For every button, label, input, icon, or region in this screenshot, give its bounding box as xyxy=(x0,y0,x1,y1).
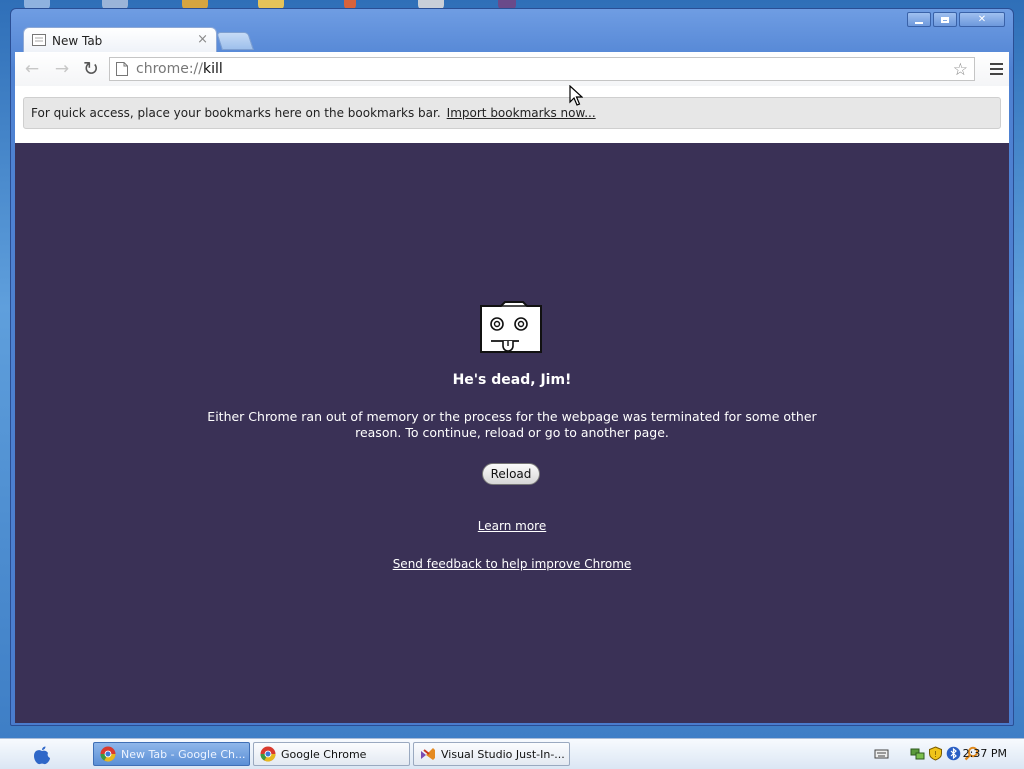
minimize-button[interactable] xyxy=(907,12,931,27)
new-tab-button[interactable] xyxy=(216,32,254,50)
minimize-icon xyxy=(915,21,923,24)
reload-button[interactable]: ↻ xyxy=(80,58,102,80)
close-icon: ✕ xyxy=(977,13,987,25)
taskbar-button-label: New Tab - Google Ch... xyxy=(121,747,246,761)
taskbar-button-new-tab[interactable]: New Tab - Google Ch... xyxy=(93,742,250,766)
bookmarks-bar: For quick access, place your bookmarks h… xyxy=(23,97,1001,129)
visual-studio-icon xyxy=(421,748,435,760)
taskbar-button-label: Visual Studio Just-In-... xyxy=(441,747,565,761)
bookmarks-bar-message: For quick access, place your bookmarks h… xyxy=(31,106,441,120)
sad-tab-icon xyxy=(480,301,542,353)
window-controls: ✕ xyxy=(905,12,1005,27)
maximize-button[interactable] xyxy=(933,12,957,27)
svg-text:!: ! xyxy=(934,750,937,759)
bluetooth-icon[interactable] xyxy=(946,746,961,761)
toolbar: ← → ↻ chrome://kill ☆ xyxy=(15,52,1009,86)
keyboard-icon[interactable] xyxy=(874,746,889,761)
tab-new-tab[interactable]: New Tab × xyxy=(23,27,217,53)
chrome-icon xyxy=(100,746,116,762)
send-feedback-link[interactable]: Send feedback to help improve Chrome xyxy=(15,557,1009,571)
maximize-icon xyxy=(941,16,949,23)
address-host: kill xyxy=(203,61,223,77)
address-text[interactable]: chrome://kill xyxy=(136,61,223,77)
page-icon xyxy=(116,62,128,76)
taskbar-button-visual-studio[interactable]: Visual Studio Just-In-... xyxy=(413,742,570,766)
address-scheme: chrome:// xyxy=(136,61,203,77)
chrome-icon xyxy=(260,746,276,762)
page-icon xyxy=(32,34,46,46)
network-icon[interactable] xyxy=(910,746,925,761)
tab-title: New Tab xyxy=(52,34,103,48)
star-icon[interactable]: ☆ xyxy=(953,60,968,80)
back-button[interactable]: ← xyxy=(21,58,43,80)
crash-title: He's dead, Jim! xyxy=(452,372,572,388)
forward-arrow-icon: → xyxy=(54,59,70,79)
apple-icon[interactable] xyxy=(31,744,53,766)
crash-page: He's dead, Jim! Either Chrome ran out of… xyxy=(15,143,1009,723)
mouse-cursor-icon xyxy=(569,85,583,106)
browser-window: ✕ New Tab × ← → ↻ chrome://kill ☆ For qu… xyxy=(10,8,1014,726)
shield-icon[interactable]: ! xyxy=(928,746,943,761)
taskbar-button-google-chrome[interactable]: Google Chrome xyxy=(253,742,410,766)
learn-more-link[interactable]: Learn more xyxy=(15,519,1009,533)
tab-close-icon[interactable]: × xyxy=(197,32,208,47)
taskbar-button-label: Google Chrome xyxy=(281,747,367,761)
page-content: For quick access, place your bookmarks h… xyxy=(15,86,1009,723)
address-bar[interactable]: chrome://kill ☆ xyxy=(109,57,975,81)
crash-message: Either Chrome ran out of memory or the p… xyxy=(207,409,817,440)
reload-icon: ↻ xyxy=(83,58,99,80)
system-tray: ! 2:37 PM xyxy=(848,739,1024,769)
clock[interactable]: 2:37 PM xyxy=(963,747,1007,760)
reload-page-button[interactable]: Reload xyxy=(482,463,540,485)
hamburger-icon[interactable] xyxy=(990,63,1003,78)
close-window-button[interactable]: ✕ xyxy=(959,12,1005,27)
back-arrow-icon: ← xyxy=(24,59,40,79)
forward-button[interactable]: → xyxy=(51,58,73,80)
taskbar: New Tab - Google Ch... Google Chrome Vis… xyxy=(0,738,1024,769)
import-bookmarks-link[interactable]: Import bookmarks now... xyxy=(447,106,596,120)
